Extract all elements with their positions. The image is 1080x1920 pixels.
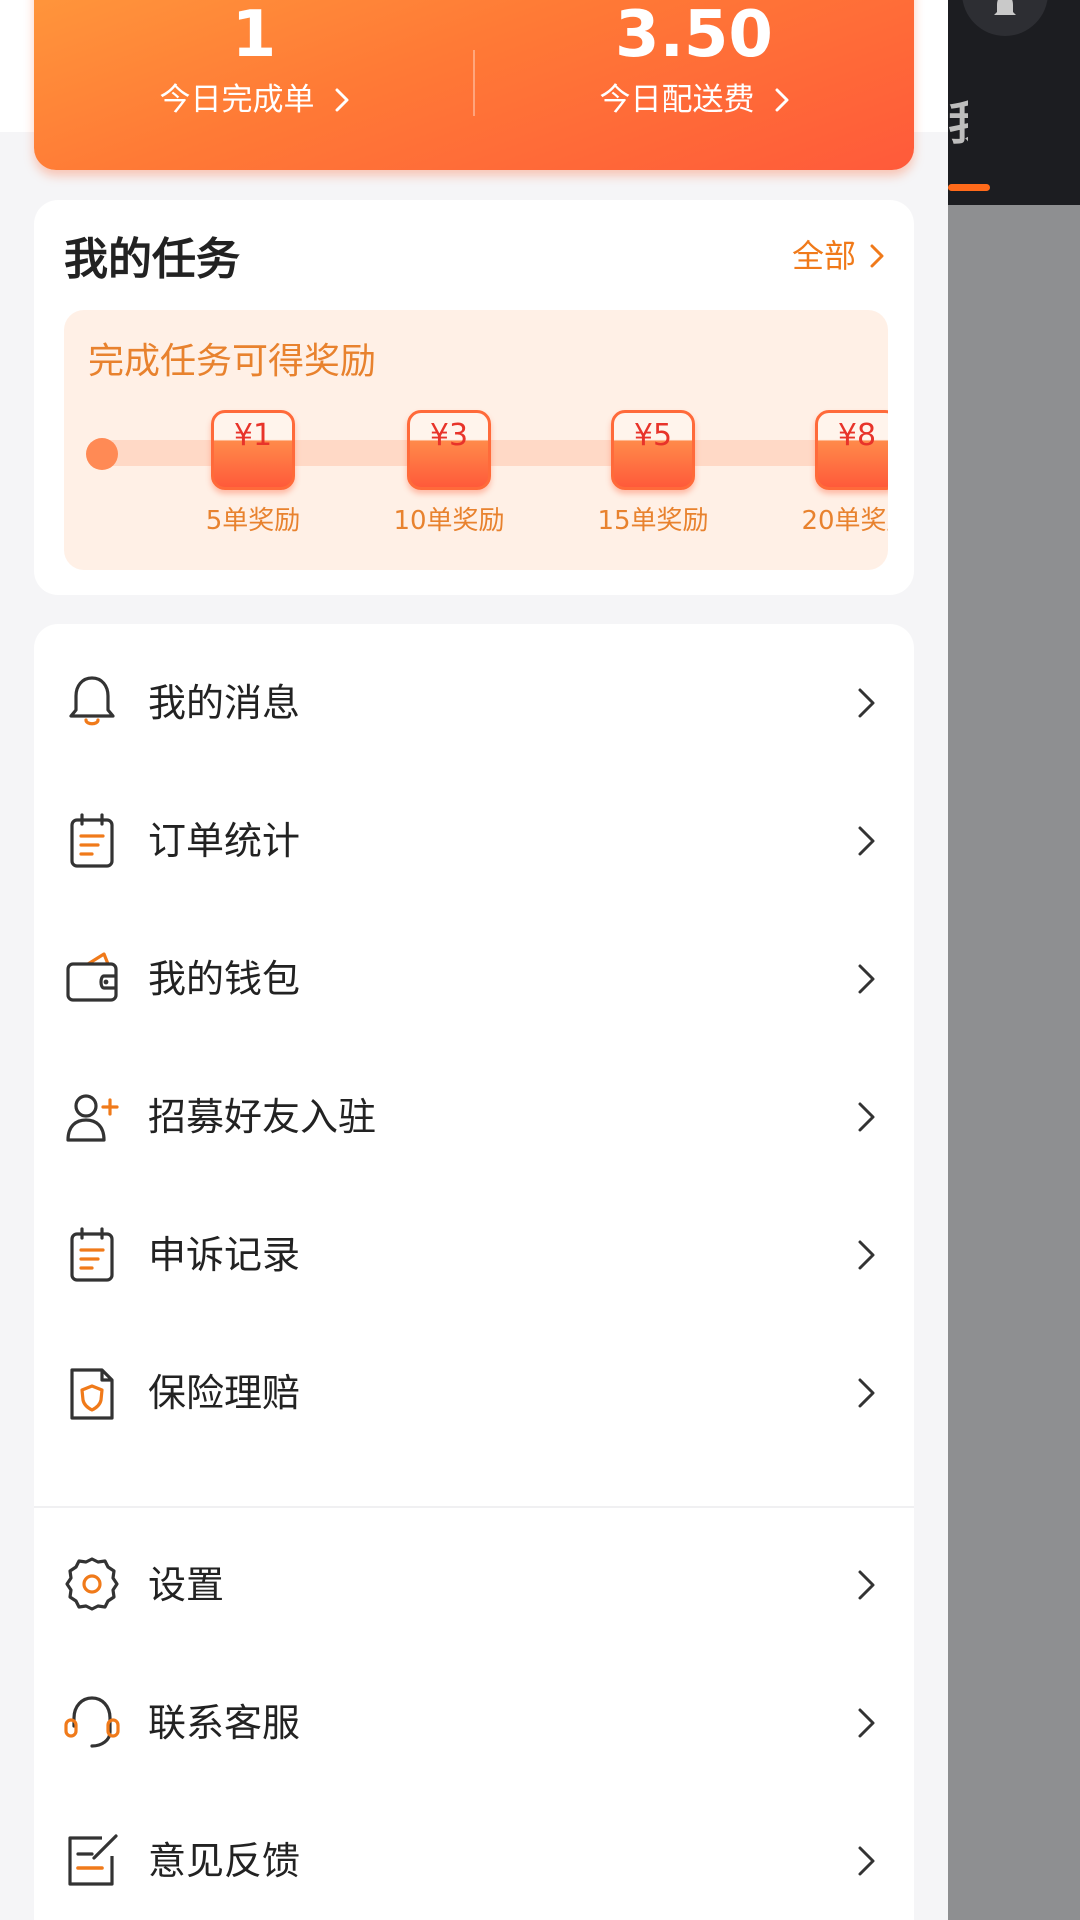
menu-label: 设置 — [148, 1563, 225, 1607]
view-all-tasks-text: 全部 — [791, 237, 856, 275]
red-envelope-icon: ¥8 — [815, 410, 888, 490]
menu-label: 我的消息 — [148, 681, 301, 725]
menu-label: 申诉记录 — [148, 1233, 301, 1277]
red-envelope-icon: ¥5 — [611, 410, 695, 490]
task-reward-panel[interactable]: 完成任务可得奖励 ¥1 5单奖励 ¥3 10单奖励 ¥5 15单奖励 ¥8 20… — [64, 310, 888, 570]
red-envelope-icon: ¥3 — [407, 410, 491, 490]
reward-amount: ¥3 — [429, 418, 469, 453]
completed-orders-stat[interactable]: 1 今日完成单 — [34, 0, 474, 120]
chevron-right-icon — [858, 964, 875, 994]
add-user-icon — [66, 1094, 119, 1142]
chevron-right-icon — [858, 1102, 875, 1132]
red-envelope-icon: ¥1 — [211, 410, 295, 490]
reward-milestone: ¥1 5单奖励 — [178, 410, 328, 538]
reward-milestone: ¥5 15单奖励 — [578, 410, 728, 538]
menu-item-feedback[interactable]: 意见反馈 — [34, 1792, 914, 1920]
reward-amount: ¥8 — [837, 418, 877, 453]
bell-icon — [69, 676, 115, 726]
wallet-icon — [66, 952, 118, 1002]
clipboard-icon — [70, 1227, 114, 1282]
delivery-fee-label: 今日配送费 — [600, 80, 789, 120]
reward-amount: ¥1 — [233, 418, 273, 453]
chevron-right-icon — [858, 1240, 875, 1270]
today-stats-card: 1 今日完成单 3.50 今日配送费 — [34, 0, 914, 170]
delivery-fee-label-text: 今日配送费 — [599, 82, 755, 118]
my-tasks-title: 我的任务 — [64, 234, 240, 285]
background-app-overlay[interactable]: 我 — [948, 0, 1080, 1920]
chevron-right-icon — [335, 88, 348, 112]
chevron-right-icon — [858, 688, 875, 718]
menu-list-card: 我的消息 订单统计 我的钱包 招募好友入驻 申诉记录 保险理赔 设置 联系客服 … — [34, 624, 914, 1920]
menu-item-customer-service[interactable]: 联系客服 — [34, 1654, 914, 1792]
headset-icon — [64, 1696, 120, 1748]
menu-item-recruit-friends[interactable]: 招募好友入驻 — [34, 1048, 914, 1186]
insurance-doc-icon — [70, 1368, 114, 1420]
menu-item-insurance-claims[interactable]: 保险理赔 — [34, 1324, 914, 1462]
bell-icon — [994, 0, 1016, 15]
reward-label: 20单奖励 — [801, 506, 888, 536]
menu-item-wallet[interactable]: 我的钱包 — [34, 910, 914, 1048]
reward-milestone: ¥3 10单奖励 — [374, 410, 524, 538]
view-all-tasks-link[interactable]: 全部 — [792, 230, 884, 282]
reward-subtitle: 完成任务可得奖励 — [88, 341, 377, 382]
chevron-right-icon — [775, 88, 788, 112]
my-tasks-card: 我的任务 全部 完成任务可得奖励 ¥1 5单奖励 ¥3 10单奖励 ¥5 15单… — [34, 200, 914, 595]
background-notification-button[interactable] — [962, 0, 1048, 36]
menu-label: 招募好友入驻 — [148, 1095, 377, 1139]
menu-label: 保险理赔 — [148, 1371, 301, 1415]
menu-label: 我的钱包 — [148, 957, 301, 1001]
menu-item-settings[interactable]: 设置 — [34, 1516, 914, 1654]
reward-label: 10单奖励 — [393, 506, 505, 536]
menu-item-appeals[interactable]: 申诉记录 — [34, 1186, 914, 1324]
gear-icon — [65, 1557, 119, 1611]
background-tab-label: 我 — [948, 100, 968, 146]
menu-item-order-stats[interactable]: 订单统计 — [34, 772, 914, 910]
chevron-right-icon — [858, 826, 875, 856]
menu-group-secondary: 设置 联系客服 意见反馈 — [34, 1516, 914, 1920]
delivery-fee-value: 3.50 — [615, 0, 773, 72]
menu-label: 联系客服 — [148, 1701, 301, 1745]
background-app-header: 我 — [948, 0, 1080, 205]
menu-group-primary: 我的消息 订单统计 我的钱包 招募好友入驻 申诉记录 保险理赔 — [34, 634, 914, 1462]
menu-label: 订单统计 — [148, 819, 301, 863]
reward-amount: ¥5 — [633, 418, 673, 453]
menu-item-messages[interactable]: 我的消息 — [34, 634, 914, 772]
completed-orders-label: 今日完成单 — [160, 80, 349, 120]
chevron-right-icon — [858, 1570, 875, 1600]
chevron-right-icon — [870, 244, 884, 268]
reward-milestone: ¥8 20单奖励 — [782, 410, 888, 538]
completed-orders-value: 1 — [231, 0, 277, 72]
task-progress-dot — [86, 438, 118, 470]
side-drawer: 1 今日完成单 3.50 今日配送费 我的任务 全部 完成任务可得奖励 ¥1 5… — [0, 0, 948, 1920]
delivery-fee-stat[interactable]: 3.50 今日配送费 — [474, 0, 914, 120]
reward-label: 15单奖励 — [597, 506, 709, 536]
chevron-right-icon — [858, 1846, 875, 1876]
feedback-edit-icon — [68, 1834, 118, 1886]
reward-label: 5单奖励 — [205, 506, 301, 536]
chevron-right-icon — [858, 1378, 875, 1408]
menu-label: 意见反馈 — [148, 1839, 301, 1883]
menu-group-divider — [34, 1502, 914, 1516]
clipboard-icon — [70, 813, 114, 868]
completed-orders-label-text: 今日完成单 — [159, 82, 315, 118]
background-tab-indicator — [948, 184, 990, 191]
chevron-right-icon — [858, 1708, 875, 1738]
